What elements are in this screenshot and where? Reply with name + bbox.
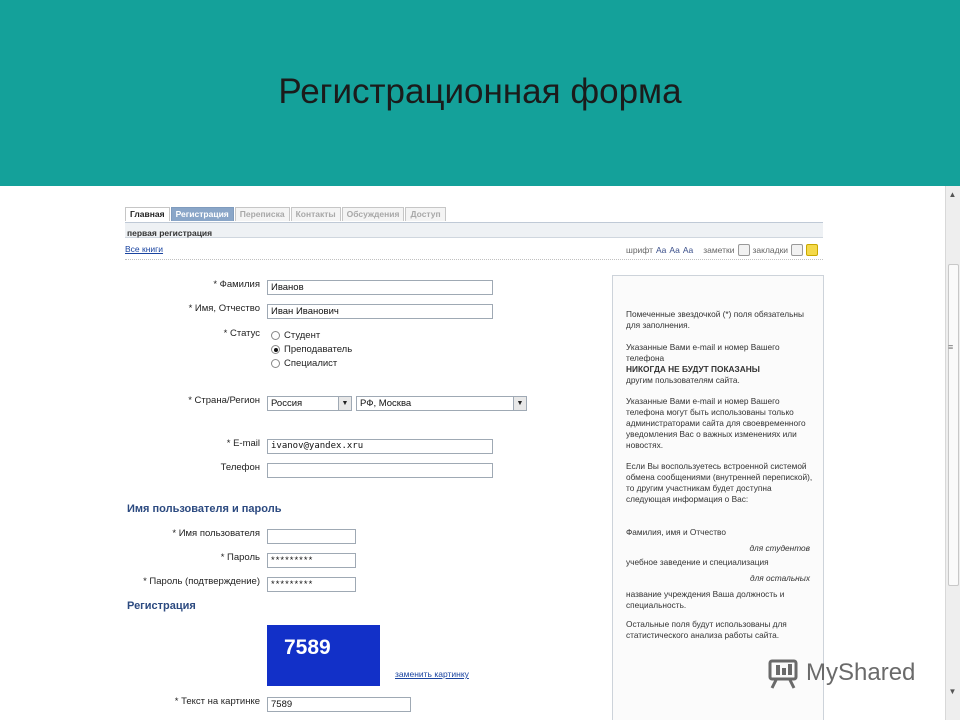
status-option-label: Специалист xyxy=(284,358,338,369)
status-option-label: Студент xyxy=(284,330,321,341)
captcha-code: 7589 xyxy=(284,636,331,659)
info-for-others: для остальных xyxy=(750,573,810,583)
status-label: * Статус xyxy=(223,328,260,339)
dotted-divider xyxy=(125,259,823,261)
section-registration: Регистрация xyxy=(127,600,196,612)
font-decrease-icon[interactable]: Aa xyxy=(683,245,693,255)
password-label: * Пароль xyxy=(220,552,260,563)
info-shown-fields: Фамилия, имя и Отчество xyxy=(626,527,726,537)
tab-contacts[interactable]: Контакты xyxy=(290,207,341,221)
phone-label: Телефон xyxy=(220,462,260,473)
font-label: шрифт xyxy=(626,245,653,255)
scroll-up-icon[interactable]: ▲ xyxy=(948,190,957,199)
browser-screenshot: Главная Регистрация Переписка Контакты О… xyxy=(0,186,960,720)
username-input[interactable] xyxy=(267,529,356,544)
font-increase-icon[interactable]: Aa xyxy=(656,245,666,255)
bookmark-icon[interactable] xyxy=(791,244,804,256)
tab-access[interactable]: Доступ xyxy=(405,207,446,221)
country-select[interactable]: Россия ▼ xyxy=(267,396,352,411)
grip-icon: ≡ xyxy=(948,342,954,352)
region-select[interactable]: РФ, Москва ▼ xyxy=(356,396,527,411)
info-privacy-text: Указанные Вами e-mail и номер Вашего тел… xyxy=(626,342,780,363)
email-input[interactable]: ivanov@yandex.xru xyxy=(267,439,493,454)
email-label: * E-mail xyxy=(226,438,260,449)
tab-bar: Главная Регистрация Переписка Контакты О… xyxy=(125,207,447,222)
captcha-image: 7589 xyxy=(267,625,380,686)
radio-button[interactable] xyxy=(271,359,280,368)
slide-title: Регистрационная форма xyxy=(278,72,682,111)
change-picture-link[interactable]: заменить картинку xyxy=(395,669,469,679)
name-label: * Имя, Отчество xyxy=(188,303,260,314)
tab-home[interactable]: Главная xyxy=(125,207,170,221)
vertical-scrollbar[interactable]: ▲ ≡ ▼ xyxy=(945,186,960,720)
status-option-student[interactable]: Студент xyxy=(271,330,320,341)
font-normal-icon[interactable]: Aa xyxy=(669,245,679,255)
chevron-down-icon[interactable]: ▼ xyxy=(338,397,351,410)
captcha-text-input[interactable]: 7589 xyxy=(267,697,411,712)
reading-tools: шрифт Aa Aa Aa заметки закладки xyxy=(626,243,819,257)
info-other-fields: название учреждения Ваша должность и спе… xyxy=(626,589,785,610)
section-username-password: Имя пользователя и пароль xyxy=(127,503,282,515)
chevron-down-icon[interactable]: ▼ xyxy=(513,397,526,410)
password-confirm-label: * Пароль (подтверждение) xyxy=(143,576,260,587)
surname-input[interactable]: Иванов xyxy=(267,280,493,295)
captcha-text-label: * Текст на картинке xyxy=(174,696,260,707)
info-admin-usage: Указанные Вами e-mail и номер Вашего тел… xyxy=(626,396,806,450)
radio-button[interactable] xyxy=(271,331,280,340)
phone-input[interactable] xyxy=(267,463,493,478)
radio-button-selected[interactable] xyxy=(271,345,280,354)
info-privacy-emphasis: НИКОГДА НЕ БУДУТ ПОКАЗАНЫ xyxy=(626,364,760,374)
sub-navigation-label: первая регистрация xyxy=(127,228,213,238)
tab-discussions[interactable]: Обсуждения xyxy=(341,207,405,221)
tab-messages[interactable]: Переписка xyxy=(234,207,290,221)
bookmarks-link[interactable]: закладки xyxy=(753,245,789,255)
all-books-link[interactable]: Все книги xyxy=(125,244,163,254)
hand-icon[interactable] xyxy=(806,244,819,256)
presentation-icon xyxy=(768,659,798,689)
info-panel: Помеченные звездочкой (*) поля обязатель… xyxy=(612,275,824,720)
scrollbar-thumb[interactable] xyxy=(948,264,959,586)
info-student-fields: учебное заведение и специализация xyxy=(626,557,769,567)
info-for-students: для студентов xyxy=(749,543,810,553)
info-privacy-tail: другим пользователям сайта. xyxy=(626,375,740,385)
watermark-text: MyShared xyxy=(806,659,916,686)
status-option-teacher[interactable]: Преподаватель xyxy=(271,344,352,355)
country-label: * Страна/Регион xyxy=(188,395,260,406)
status-option-specialist[interactable]: Специалист xyxy=(271,358,337,369)
username-label: * Имя пользователя xyxy=(172,528,260,539)
sub-navigation-bar: первая регистрация xyxy=(125,223,823,238)
notes-link[interactable]: заметки xyxy=(703,245,734,255)
info-required-note: Помеченные звездочкой (*) поля обязатель… xyxy=(626,309,804,330)
info-messaging: Если Вы воспользуетесь встроенной систем… xyxy=(626,461,813,504)
tab-registration[interactable]: Регистрация xyxy=(170,207,234,221)
notes-icon[interactable] xyxy=(737,244,750,256)
region-select-value: РФ, Москва xyxy=(360,398,412,409)
name-input[interactable]: Иван Иванович xyxy=(267,304,493,319)
scroll-down-icon[interactable]: ▼ xyxy=(948,687,957,696)
status-option-label: Преподаватель xyxy=(284,344,353,355)
myshared-watermark: MyShared xyxy=(766,655,936,695)
surname-label: * Фамилия xyxy=(213,279,260,290)
password-confirm-input[interactable]: ********* xyxy=(267,577,356,592)
country-select-value: Россия xyxy=(271,398,303,409)
info-statistics: Остальные поля будут использованы для ст… xyxy=(626,619,787,640)
password-input[interactable]: ********* xyxy=(267,553,356,568)
